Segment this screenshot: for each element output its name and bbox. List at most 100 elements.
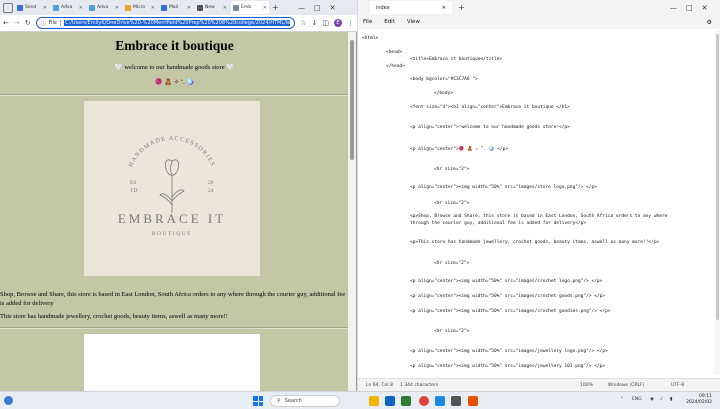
address-bar[interactable]: ⓘ File C:/Users/EmilyK/OneDrive%20-%20Me… <box>35 17 296 29</box>
notepad-tab-strip: index ✕ + <box>358 0 720 15</box>
new-tab-icon[interactable]: + <box>272 3 279 12</box>
outlook-icon[interactable] <box>385 396 395 406</box>
scroll-thumb[interactable] <box>350 40 354 160</box>
settings-gear-icon[interactable]: ⚙ <box>707 19 712 26</box>
edge-icon[interactable] <box>435 396 445 406</box>
code-line: <p>Shop, Browse and Share, this store is… <box>410 214 668 219</box>
browser-tab[interactable]: Send ✕ <box>15 1 49 14</box>
encoding: UTF-8 <box>671 383 685 388</box>
chrome-icon[interactable] <box>419 396 429 406</box>
close-tab-icon[interactable]: ✕ <box>223 5 227 11</box>
start-button[interactable] <box>253 396 263 406</box>
close-icon[interactable]: ✕ <box>702 4 708 12</box>
code-line: <hr size="2"> <box>434 261 470 266</box>
maximize-icon[interactable]: □ <box>686 4 693 12</box>
weather-icon[interactable] <box>4 396 13 405</box>
web-page: Embrace it boutique 🤍 welcome to our han… <box>0 32 349 391</box>
tab-actions-icon[interactable] <box>3 2 13 13</box>
code-line: <p align="center"><img width="50%" src="… <box>410 185 597 190</box>
address-url[interactable]: C:/Users/EmilyK/OneDrive%20-%20Merrifiel… <box>64 20 291 26</box>
logo-sub: BOUTIQUE <box>152 231 192 237</box>
logo-arc-text: HANDMADE ACCESSORIES <box>127 135 216 168</box>
close-tab-icon[interactable]: ✕ <box>442 5 446 11</box>
tulip-icon <box>159 159 185 213</box>
browser-tab[interactable]: Emb ✕ <box>231 1 269 14</box>
bookmark-star-icon[interactable]: ☆ <box>300 19 306 27</box>
close-tab-icon[interactable]: ✕ <box>263 5 267 11</box>
browser-toolbar: ← → ↻ ⓘ File C:/Users/EmilyK/OneDrive%20… <box>0 15 357 32</box>
wifi-icon[interactable]: ◉ <box>650 397 654 402</box>
menu-view[interactable]: View <box>407 19 420 25</box>
back-icon[interactable]: ← <box>3 19 9 27</box>
minimize-icon[interactable]: — <box>298 4 305 12</box>
profile-avatar[interactable]: E <box>334 19 342 27</box>
file-explorer-icon[interactable] <box>369 396 379 406</box>
logo-year-1: 20 <box>208 180 214 186</box>
tray-chevron-icon[interactable]: ⌃ <box>620 397 624 402</box>
split-screen-icon[interactable]: ◫ <box>322 19 329 27</box>
close-tab-icon[interactable]: ✕ <box>151 5 155 11</box>
notepad-icon[interactable] <box>451 396 461 406</box>
code-line: </head> <box>386 64 405 69</box>
editor-scrollbar[interactable] <box>715 30 720 375</box>
code-editor[interactable]: <html> <head> <title>Embrace it boutique</… <box>358 30 714 375</box>
notepad-tab[interactable]: index ✕ <box>370 1 452 14</box>
zoom-level: 100% <box>580 383 593 388</box>
logo-es: ES <box>130 180 136 186</box>
new-tab-icon[interactable]: + <box>458 3 465 12</box>
info-icon[interactable]: ⓘ <box>41 20 46 27</box>
page-scrollbar[interactable] <box>348 32 356 391</box>
browser-tab[interactable]: Adva ✕ <box>87 1 121 14</box>
notepad-window-controls: — □ ✕ <box>670 0 708 15</box>
status-bar: Ln 64, Col 8 1 344 characters 100% Windo… <box>358 378 720 391</box>
close-tab-icon[interactable]: ✕ <box>43 5 47 11</box>
volume-icon[interactable]: ♪ <box>660 397 663 402</box>
clock-date: 2024/02/02 <box>686 400 712 405</box>
store-icon[interactable] <box>401 396 411 406</box>
code-line: <p align="center"><img width="50%" src="… <box>410 309 611 314</box>
page-title: Embrace it boutique <box>115 38 234 53</box>
desktop: Send ✕ Adva ✕ Adva ✕ Micro ✕ Mail ✕ New ✕ Emb ✕ + — □ … <box>0 0 720 409</box>
browser-tab[interactable]: New ✕ <box>195 1 229 14</box>
tab-favicon-icon <box>233 4 239 11</box>
language-indicator[interactable]: ENG <box>632 397 642 402</box>
clock[interactable]: 09:11 2024/02/02 <box>682 394 712 406</box>
notepad-window: index ✕ + — □ ✕ File Edit View ⚙ <html> <… <box>358 0 720 391</box>
close-icon[interactable]: ✕ <box>330 4 336 12</box>
scroll-thumb[interactable] <box>716 34 719 320</box>
notepad-menubar: File Edit View ⚙ <box>358 15 720 29</box>
tab-favicon-icon <box>17 4 23 11</box>
character-count: 1 344 characters <box>400 383 439 388</box>
crochet-logo-image <box>84 334 260 391</box>
close-tab-icon[interactable]: ✕ <box>115 5 119 11</box>
line-ending: Windows (CRLF) <box>608 383 645 388</box>
code-line: <p align="center"><img width="50%" src="… <box>410 349 608 354</box>
menu-file[interactable]: File <box>363 19 372 25</box>
browser-tab[interactable]: Adva ✕ <box>51 1 85 14</box>
logo-year-2: 24 <box>208 188 214 194</box>
close-tab-icon[interactable]: ✕ <box>79 5 83 11</box>
reload-icon[interactable]: ↻ <box>25 19 31 27</box>
taskbar: ⚲ Search ⌃ ENG ◉ ♪ ▮ 09:11 2024/02/02 <box>0 391 720 409</box>
search-label: Search <box>284 398 302 404</box>
logo-td: TD <box>130 188 137 194</box>
logo-brand: EMBRACE IT <box>118 211 226 226</box>
taskbar-search[interactable]: ⚲ Search <box>270 395 340 407</box>
forward-icon[interactable]: → <box>14 19 20 27</box>
divider <box>0 327 349 329</box>
powerpoint-icon[interactable] <box>468 396 478 406</box>
close-tab-icon[interactable]: ✕ <box>187 5 191 11</box>
battery-icon[interactable]: ▮ <box>670 397 672 402</box>
browser-window: Send ✕ Adva ✕ Adva ✕ Micro ✕ Mail ✕ New ✕ Emb ✕ + — □ … <box>0 0 357 391</box>
browser-tab[interactable]: Micro ✕ <box>123 1 157 14</box>
menu-dots-icon[interactable]: ⋮ <box>347 19 354 27</box>
code-line: <p align="center">🧶 🧸 ✧ ˚. 🪩 </p> <box>410 147 509 152</box>
browser-tab[interactable]: Mail ✕ <box>159 1 193 14</box>
minimize-icon[interactable]: — <box>670 4 677 12</box>
about-paragraph: Shop, Browse and Share, this store is ba… <box>0 291 346 307</box>
download-icon[interactable]: ↓ <box>312 19 318 27</box>
tab-label: Adva <box>97 5 109 10</box>
maximize-icon[interactable]: □ <box>314 4 321 12</box>
menu-edit[interactable]: Edit <box>384 19 395 25</box>
code-line: <p align="center"><img width="50%" src="… <box>410 294 606 299</box>
